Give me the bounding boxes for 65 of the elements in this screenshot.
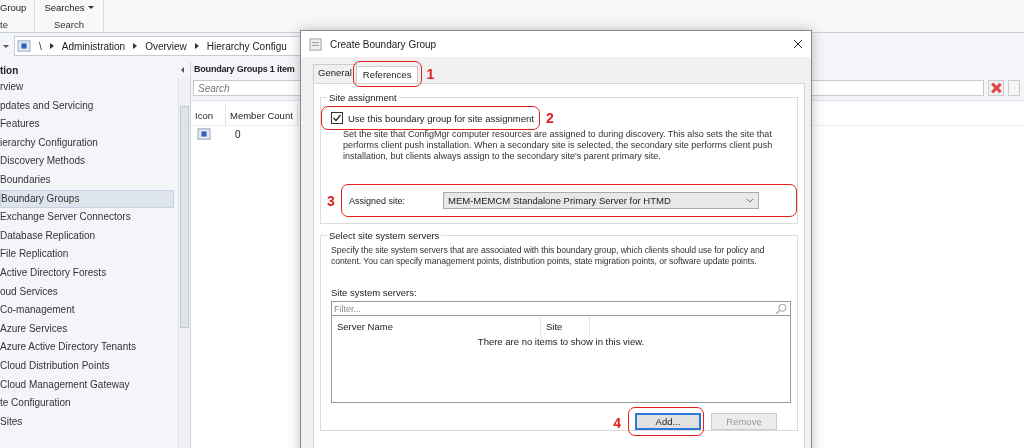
tree-item[interactable]: pdates and Servicing xyxy=(0,96,178,116)
column-header[interactable]: Server Name xyxy=(332,316,541,336)
field-label: Site system servers: xyxy=(331,287,418,298)
breadcrumb-item[interactable]: Hierarchy Configu xyxy=(206,40,287,52)
boundary-group-icon xyxy=(197,128,211,140)
tree-item[interactable]: te Configuration xyxy=(0,394,178,413)
step-number: 4 xyxy=(613,416,621,430)
separator-arrow-icon xyxy=(49,43,54,49)
clear-icon[interactable] xyxy=(988,80,1004,96)
filter-field[interactable]: Filter... xyxy=(331,301,791,316)
dialog-button[interactable]: Add... xyxy=(635,413,701,430)
tree-item[interactable]: Co-management xyxy=(0,301,178,320)
column-header[interactable]: Icon xyxy=(191,105,226,125)
scrollbar[interactable] xyxy=(178,78,190,448)
ribbon-button[interactable]: Group xyxy=(0,2,27,13)
server-icon xyxy=(17,40,31,52)
tree-item[interactable]: oud Services xyxy=(0,282,178,302)
close-icon[interactable] xyxy=(793,39,803,49)
tab[interactable]: References xyxy=(355,66,419,83)
tree-item[interactable]: Discovery Methods xyxy=(0,152,178,171)
ribbon-group-label: Search xyxy=(53,19,85,30)
tree-item[interactable]: ierarchy Configuration xyxy=(0,133,178,153)
group-label: Select site system servers xyxy=(328,230,441,241)
tree-item[interactable]: Exchange Server Connectors xyxy=(0,208,178,227)
separator-arrow-icon xyxy=(133,43,138,49)
tree-item[interactable]: Features xyxy=(0,115,178,134)
ribbon-button[interactable]: Searches xyxy=(44,2,94,13)
breadcrumb-item[interactable]: Overview xyxy=(145,40,187,52)
tree-item[interactable]: Database Replication xyxy=(0,226,178,246)
chevron-down-icon xyxy=(746,198,754,203)
ribbon-group-label: te xyxy=(0,19,8,30)
step-number: 2 xyxy=(545,111,554,125)
column-header[interactable]: Member Count xyxy=(226,105,298,125)
search-icon xyxy=(775,303,787,315)
checkbox[interactable]: Use this boundary group for site assignment xyxy=(331,112,534,124)
description-text: Specify the site system servers that are associated with this boundary group, which clients should use for policy and content. You can specify management points, distribution points, state migration points, or software update points. xyxy=(330,245,766,267)
tab[interactable]: General xyxy=(313,64,357,83)
tree-item[interactable]: Azure Active Directory Tenants xyxy=(0,338,178,357)
tree-item[interactable]: File Replication xyxy=(0,245,178,264)
tree-item[interactable]: Boundaries xyxy=(0,170,178,190)
site-dropdown[interactable]: MEM-MEMCM Standalone Primary Server for HTMD xyxy=(443,192,759,209)
pane-title: tion xyxy=(0,64,19,76)
caret-icon xyxy=(87,6,94,9)
tree-item[interactable]: Cloud Distribution Points xyxy=(0,356,178,376)
caret-icon[interactable] xyxy=(3,44,9,48)
group-label: Site assignment xyxy=(328,92,398,103)
tree-item[interactable]: Cloud Management Gateway xyxy=(0,375,178,395)
breadcrumb-item[interactable]: Administration xyxy=(61,40,126,52)
window-title: Create Boundary Group xyxy=(330,38,438,50)
separator-arrow-icon xyxy=(194,43,199,49)
tree-item[interactable]: Sites xyxy=(0,412,178,432)
table-cell: 0 xyxy=(235,128,241,140)
column-header[interactable]: Site xyxy=(541,316,590,336)
description-text: Set the site that ConfigMgr computer resources are assigned to during discovery. This also sets the site that performs client push installation. When a secondary site is selected, the secondary site performs client push installation, but clients always assign to the secondary site's parent primary site. xyxy=(342,129,774,162)
breadcrumb-item[interactable]: \ xyxy=(39,40,42,52)
tree-item[interactable]: Azure Services xyxy=(0,319,178,339)
field-label: Assigned site: xyxy=(348,195,407,206)
step-number: 3 xyxy=(327,193,335,208)
tree-item[interactable]: Boundary Groups xyxy=(0,189,174,209)
checkmark-icon xyxy=(332,113,342,123)
collapse-arrow-icon[interactable] xyxy=(181,67,184,73)
tree-item[interactable]: rview xyxy=(0,78,178,97)
window-icon xyxy=(309,37,322,51)
empty-message: There are no items to show in this view. xyxy=(476,336,646,347)
tree-item[interactable]: Active Directory Forests xyxy=(0,263,178,283)
